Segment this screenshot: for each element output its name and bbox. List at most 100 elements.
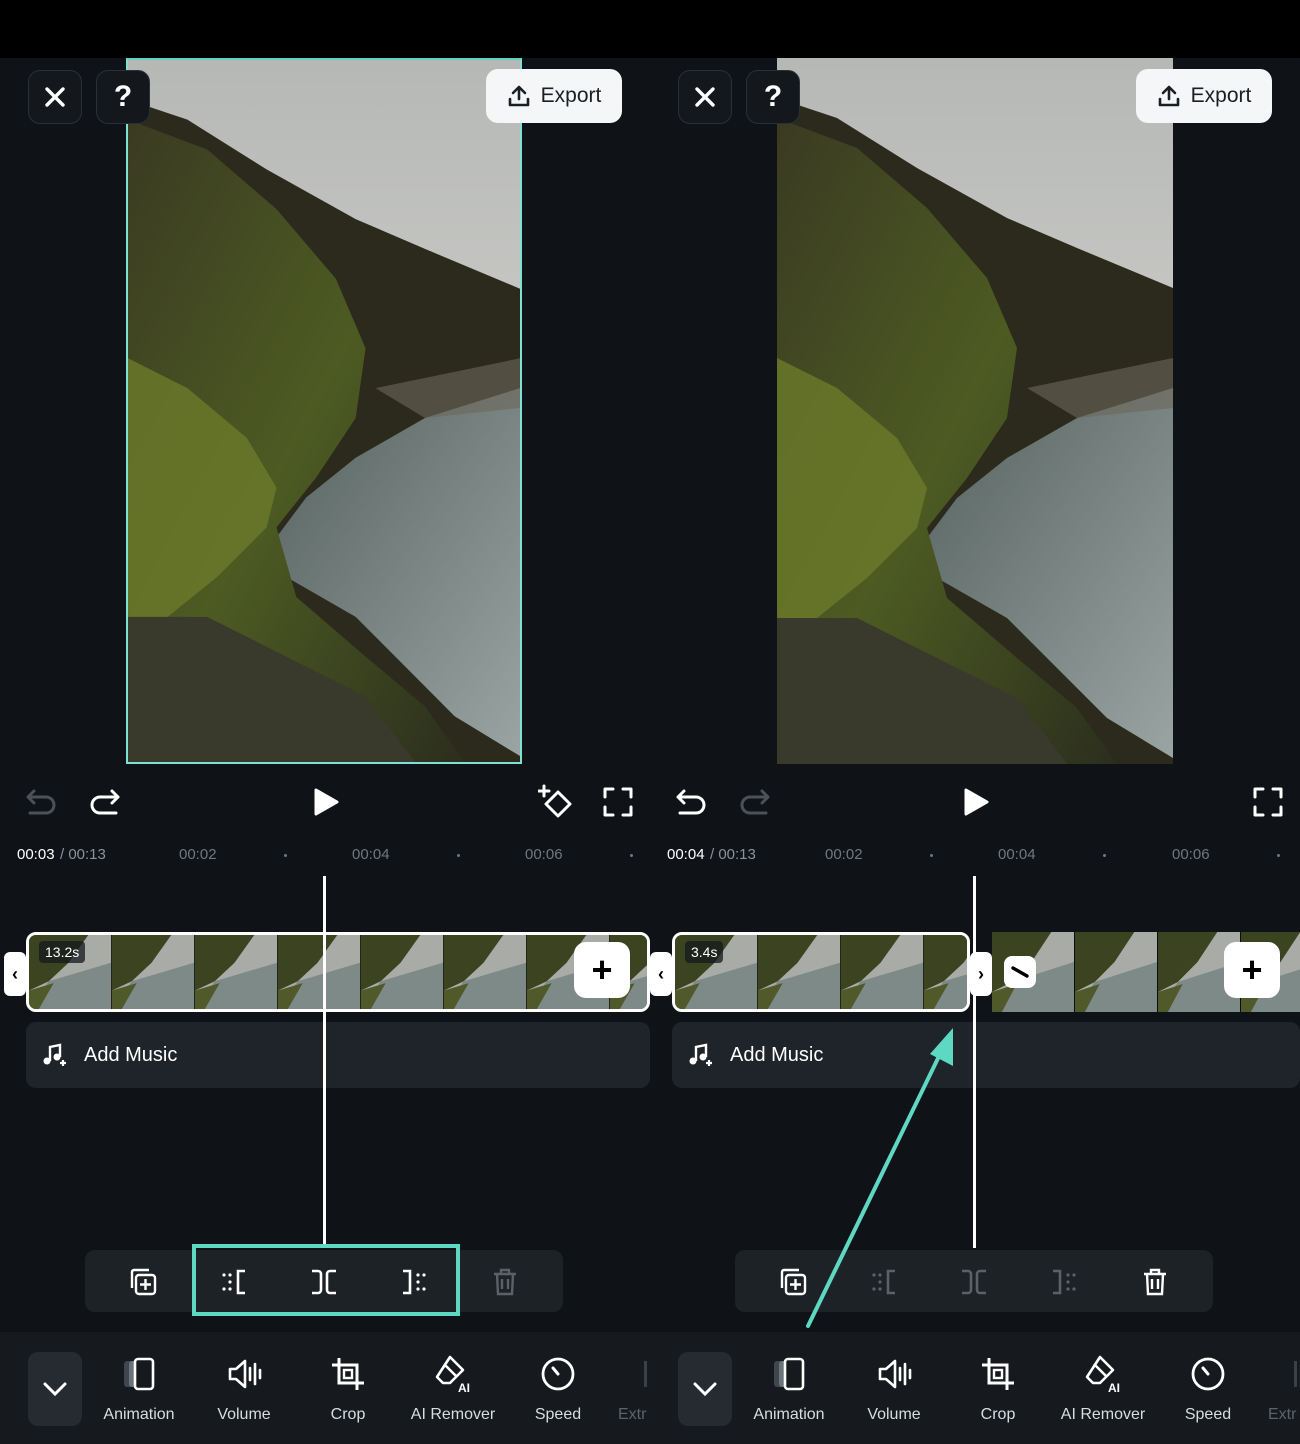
trim-handle-left[interactable]: ‹ [650, 952, 672, 996]
undo-icon [26, 789, 56, 815]
tool-speed[interactable]: Speed [1158, 1354, 1258, 1424]
ruler-tick: 00:04 [998, 846, 1036, 863]
transition-button[interactable] [1004, 956, 1036, 988]
chevron-down-icon [43, 1382, 67, 1397]
redo-button[interactable] [88, 784, 124, 820]
video-preview[interactable] [777, 58, 1173, 764]
tool-bar: Animation Volume Crop AI AI Remover Spee… [650, 1332, 1300, 1444]
fullscreen-button[interactable] [600, 784, 636, 820]
redo-button[interactable] [738, 784, 774, 820]
redo-icon [90, 789, 120, 815]
video-preview[interactable] [126, 58, 522, 764]
ai-eraser-icon: AI [1085, 1355, 1120, 1394]
add-music-track[interactable]: Add Music [672, 1022, 1300, 1088]
tool-label: Extr [1268, 1406, 1297, 1423]
trash-icon [1144, 1268, 1166, 1296]
video-clip-selected[interactable]: 3.4s [672, 932, 970, 1012]
fullscreen-icon [603, 787, 633, 817]
tool-ai-remover[interactable]: AI AI Remover [403, 1354, 503, 1424]
tool-label: Speed [1184, 1406, 1232, 1423]
export-label: Export [540, 84, 602, 107]
trim-start-icon [872, 1269, 895, 1295]
play-button[interactable] [308, 784, 344, 820]
split-icon [962, 1269, 986, 1295]
add-music-track[interactable]: Add Music [26, 1022, 650, 1088]
svg-text:AI: AI [1108, 1381, 1120, 1394]
trim-end-button[interactable] [1046, 1264, 1082, 1300]
tool-extract[interactable]: Extr [600, 1354, 650, 1424]
trim-handle-left[interactable]: ‹ [4, 952, 26, 996]
tool-ai-remover[interactable]: AI AI Remover [1053, 1354, 1153, 1424]
add-music-label: Add Music [84, 1043, 178, 1066]
play-button[interactable] [958, 784, 994, 820]
volume-icon [878, 1359, 912, 1389]
help-button[interactable]: ? [746, 70, 800, 124]
undo-button[interactable] [672, 784, 708, 820]
animation-icon [774, 1357, 805, 1391]
duplicate-icon [780, 1268, 807, 1296]
playback-controls [0, 764, 650, 836]
editor-panel-left: ? Export 00:03 / 00:13 00:02 00:04 00:06… [0, 58, 650, 1444]
speed-icon [1191, 1357, 1225, 1391]
editor-panel-right: ? Export 00:04 / 00:13 00:02 00:04 00:06… [650, 58, 1300, 1444]
animation-icon [124, 1357, 155, 1391]
playhead[interactable] [323, 876, 326, 1248]
timeline-ruler[interactable]: 00:03 / 00:13 00:02 00:04 00:06 [0, 836, 650, 876]
export-label: Export [1190, 84, 1252, 107]
redo-icon [740, 789, 770, 815]
trim-start-button[interactable] [866, 1264, 902, 1300]
split-button[interactable] [956, 1264, 992, 1300]
delete-button[interactable] [487, 1264, 523, 1300]
collapse-button[interactable] [28, 1352, 82, 1426]
play-icon [314, 788, 339, 816]
playback-controls [650, 764, 1300, 836]
tool-extract[interactable]: Extr [1250, 1354, 1300, 1424]
tool-volume[interactable]: Volume [194, 1354, 294, 1424]
duplicate-button[interactable] [775, 1264, 811, 1300]
tool-crop[interactable]: Crop [298, 1354, 398, 1424]
crop-icon [982, 1358, 1014, 1390]
tool-crop[interactable]: Crop [948, 1354, 1048, 1424]
duplicate-button[interactable] [125, 1264, 161, 1300]
ruler-tick: 00:02 [825, 846, 863, 863]
undo-button[interactable] [22, 784, 58, 820]
help-button[interactable]: ? [96, 70, 150, 124]
music-note-icon [43, 1043, 66, 1066]
export-button[interactable]: Export [486, 69, 622, 123]
ruler-tick: 00:04 [352, 846, 390, 863]
fullscreen-icon [1253, 787, 1283, 817]
add-clip-button[interactable]: + [574, 942, 630, 998]
plus-icon: + [591, 949, 613, 990]
tool-volume[interactable]: Volume [844, 1354, 944, 1424]
music-note-icon [689, 1043, 712, 1066]
timeline-ruler[interactable]: 00:04 / 00:13 00:02 00:04 00:06 [650, 836, 1300, 876]
help-icon: ? [763, 80, 783, 113]
tool-label: Extr [618, 1406, 647, 1423]
chevron-right-icon: › [978, 963, 984, 984]
close-button[interactable] [28, 70, 82, 124]
collapse-button[interactable] [678, 1352, 732, 1426]
keyframe-button[interactable] [538, 784, 574, 820]
total-time: / 00:13 [710, 846, 756, 863]
video-clip[interactable]: 13.2s [26, 932, 650, 1012]
tool-animation[interactable]: Animation [89, 1354, 189, 1424]
tool-speed[interactable]: Speed [508, 1354, 608, 1424]
export-button[interactable]: Export [1136, 69, 1272, 123]
clip-duration: 3.4s [685, 941, 724, 963]
crop-icon [332, 1358, 364, 1390]
upload-icon [508, 85, 529, 107]
chevron-left-icon: ‹ [658, 963, 664, 984]
fullscreen-button[interactable] [1250, 784, 1286, 820]
upload-icon [1158, 85, 1179, 107]
speed-icon [541, 1357, 575, 1391]
playhead[interactable] [973, 876, 976, 1248]
tool-animation[interactable]: Animation [739, 1354, 839, 1424]
play-icon [964, 788, 989, 816]
add-clip-button[interactable]: + [1224, 942, 1280, 998]
current-time: 00:03 [17, 846, 55, 863]
tool-label: Volume [217, 1406, 271, 1423]
delete-button[interactable] [1137, 1264, 1173, 1300]
edit-toolbar [735, 1250, 1213, 1312]
close-button[interactable] [678, 70, 732, 124]
tool-label: Crop [980, 1406, 1016, 1423]
